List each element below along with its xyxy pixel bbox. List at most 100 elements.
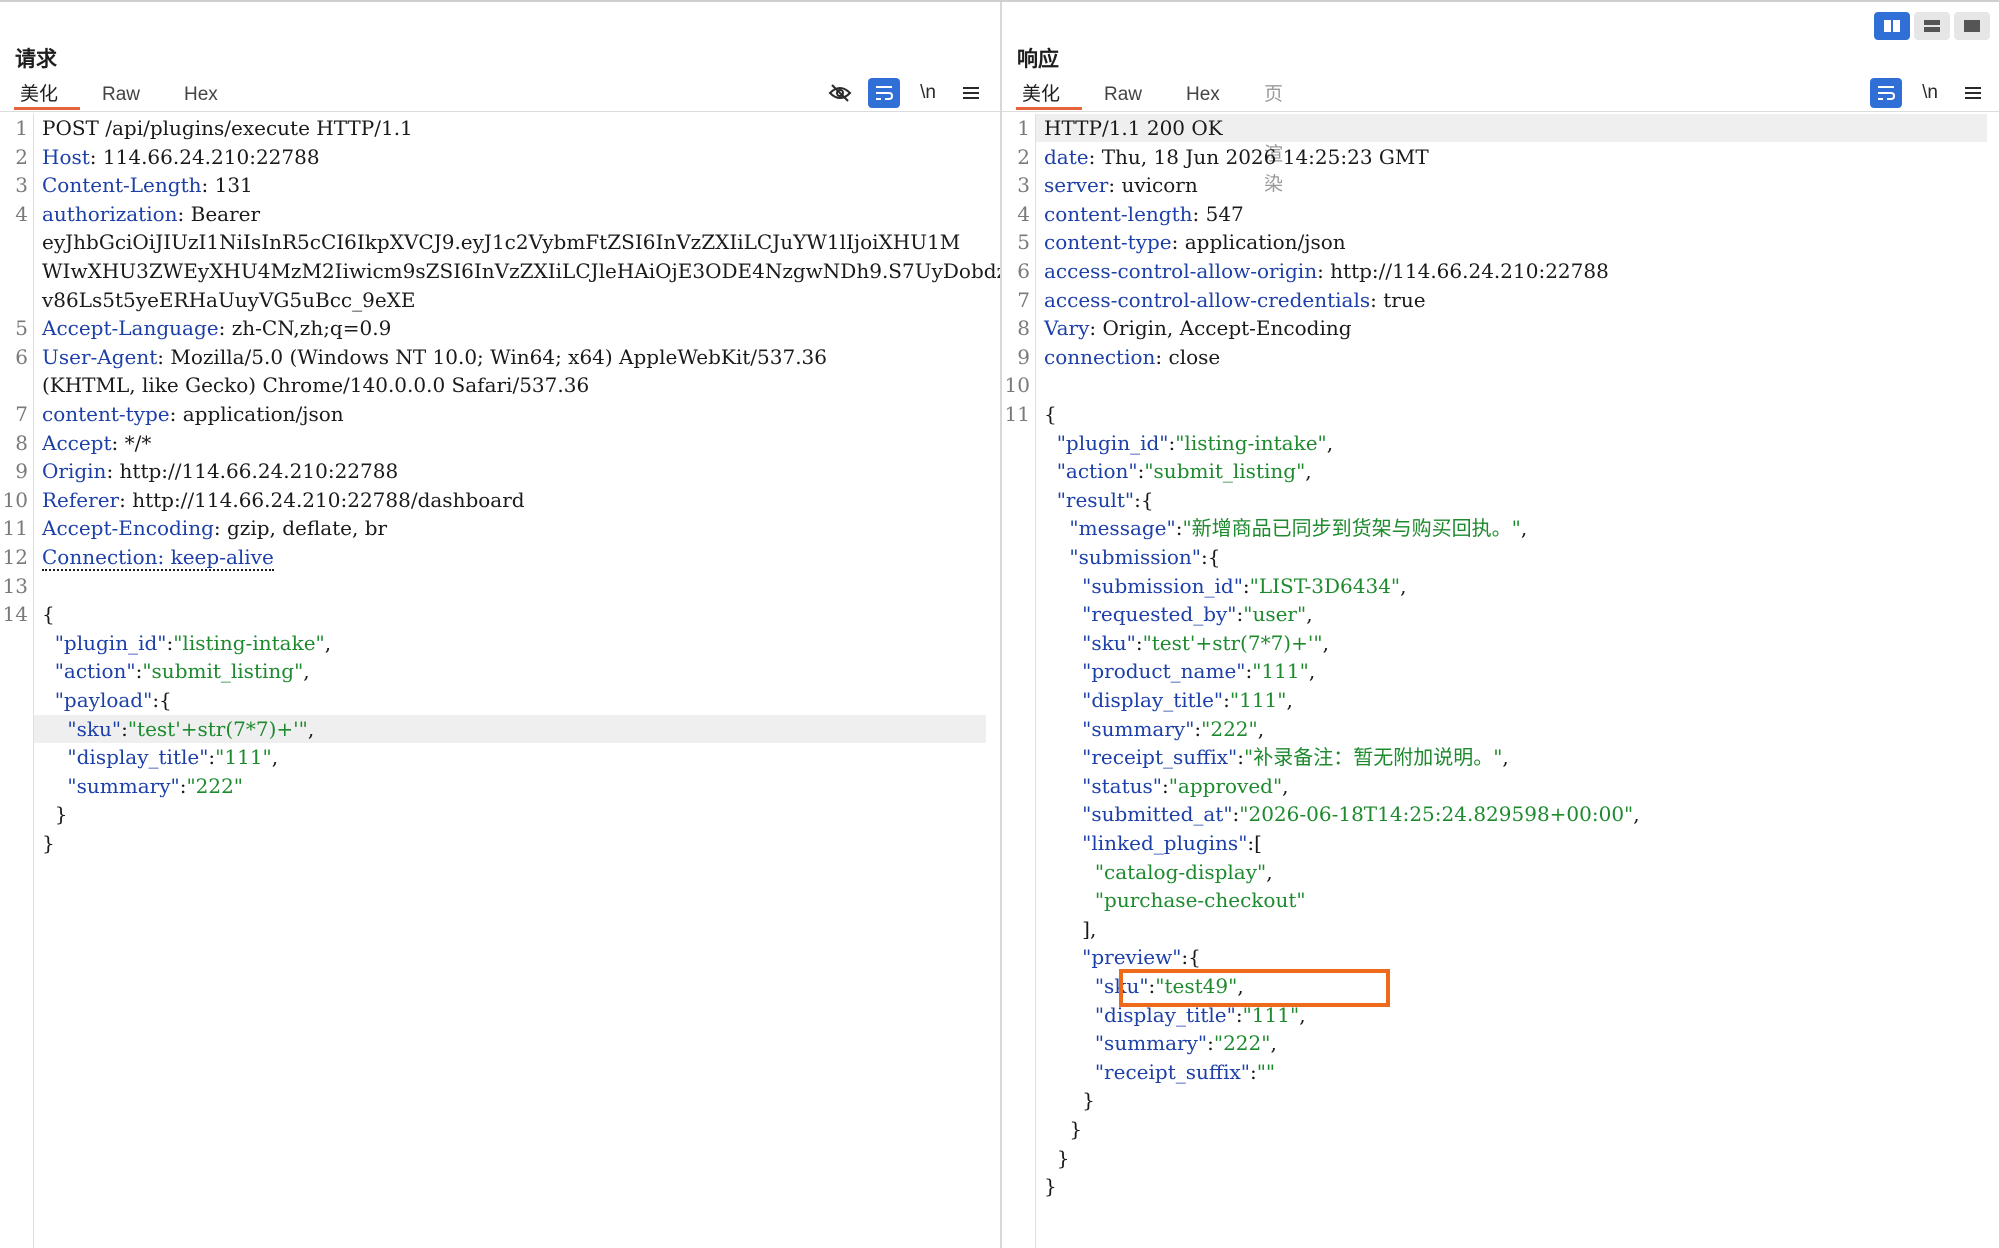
code-text: Vary: Origin, Accept-Encoding (1044, 314, 1352, 342)
code-line: } (0, 800, 1000, 828)
code-token: "" (1256, 1059, 1276, 1084)
code-token: connection (1044, 344, 1156, 369)
wrap-icon[interactable] (1870, 78, 1902, 108)
code-token: , (1286, 688, 1293, 712)
line-number: 8 (15, 430, 28, 455)
code-text: eyJhbGciOiJIUzI1NiIsInR5cCI6IkpXVCJ9.eyJ… (42, 228, 960, 256)
code-text: User-Agent: Mozilla/5.0 (Windows NT 10.0… (42, 343, 827, 371)
code-line: } (1002, 1144, 1999, 1172)
code-text: "summary":"222" (42, 772, 243, 800)
code-line: "display_title":"111", (1002, 1001, 1999, 1029)
code-text: content-type: application/json (1044, 228, 1346, 256)
tab-hex[interactable]: Hex (1180, 80, 1226, 110)
code-line: "display_title":"111", (1002, 686, 1999, 714)
code-line: "action":"submit_listing", (1002, 457, 1999, 485)
code-text: "status":"approved", (1044, 772, 1288, 800)
request-editor[interactable]: 1 POST /api/plugins/execute HTTP/1.1 2 Host… (0, 114, 1000, 1248)
code-token: "新增商品已同步到货架与购买回执。" (1182, 516, 1521, 541)
line-number: 6 (1017, 259, 1030, 283)
response-editor[interactable]: 1 HTTP/1.1 200 OK 2 date: Thu, 18 Jun 2026 … (1002, 114, 1999, 1248)
code-token: "requested_by" (1044, 602, 1237, 627)
code-token: "sku" (42, 716, 122, 741)
code-text: "message":"新增商品已同步到货架与购买回执。", (1044, 514, 1527, 542)
code-token: , (1502, 745, 1509, 770)
hide-icon[interactable] (824, 78, 856, 108)
code-text: date: Thu, 18 Jun 2026 14:25:23 GMT (1044, 143, 1429, 171)
newline-toggle[interactable]: \n (1914, 78, 1946, 108)
code-token: : Bearer (177, 201, 261, 226)
code-text: Accept-Encoding: gzip, deflate, br (42, 514, 387, 542)
wrap-icon[interactable] (868, 78, 900, 108)
code-token: "plugin_id" (1044, 430, 1169, 455)
code-token: "submit_listing" (1144, 459, 1306, 484)
tab-render[interactable]: 页面渲染 (1258, 80, 1289, 195)
code-token: "display_title" (42, 745, 209, 770)
code-token: content-length (1044, 201, 1193, 226)
code-token: , (1257, 716, 1265, 741)
code-text: POST /api/plugins/execute HTTP/1.1 (42, 114, 413, 142)
code-text: "linked_plugins":[ (1044, 829, 1262, 857)
line-number: 1 (1017, 116, 1030, 140)
code-line: "action":"submit_listing", (0, 657, 1000, 685)
code-line: "receipt_suffix":"补录备注：暂无附加说明。", (1002, 743, 1999, 771)
code-line: 10 Referer: http://114.66.24.210:22788/da… (0, 486, 1000, 514)
tab-hex[interactable]: Hex (178, 80, 224, 110)
tab-divider (0, 111, 1000, 112)
code-token: eyJhbGciOiJIUzI1NiIsInR5cCI6IkpXVCJ9.eyJ… (42, 230, 961, 255)
code-text: "receipt_suffix":"" (1044, 1058, 1275, 1086)
code-token: "plugin_id" (42, 630, 167, 655)
code-token: : (1235, 1002, 1243, 1027)
code-token: , (307, 716, 315, 741)
code-token: "message" (1044, 516, 1176, 541)
code-token: } (1044, 1088, 1095, 1113)
code-token: : 114.66.24.210:22788 (89, 144, 320, 169)
code-token: : http://114.66.24.210:22788 (1317, 259, 1609, 283)
code-text: } (1044, 1086, 1095, 1114)
line-number: 10 (1004, 373, 1030, 398)
code-line: 10 (1002, 371, 1999, 399)
code-text: { (1044, 400, 1057, 428)
line-number: 6 (15, 344, 28, 369)
code-token: : (1207, 1031, 1214, 1056)
code-line: 6 User-Agent: Mozilla/5.0 (Windows NT 10.… (0, 343, 1000, 371)
code-token: : */* (111, 430, 152, 455)
tab-pretty[interactable]: 美化 (1016, 80, 1082, 110)
code-line: "display_title":"111", (0, 743, 1000, 771)
code-line: 8 Accept: */* (0, 429, 1000, 457)
code-token: "111" (1252, 659, 1309, 684)
code-text: access-control-allow-credentials: true (1044, 286, 1426, 314)
line-number: 7 (1017, 287, 1030, 312)
code-token: "receipt_suffix" (1044, 1059, 1250, 1084)
line-number: 9 (1017, 344, 1030, 369)
newline-toggle[interactable]: \n (912, 78, 944, 108)
code-text: "result":{ (1044, 486, 1154, 514)
code-token: , (1299, 1002, 1306, 1027)
code-text: "submission":{ (1044, 543, 1220, 571)
request-title: 请求 (15, 48, 57, 71)
code-token: , (1400, 573, 1407, 598)
code-text: WIwXHU3ZWEyXHU4MzM2Iiwicm9sZSI6InVzZXIiL… (42, 257, 1000, 285)
code-text: } (1044, 1144, 1070, 1172)
line-number: 3 (1017, 173, 1030, 198)
code-line: WIwXHU3ZWEyXHU4MzM2Iiwicm9sZSI6InVzZXIiL… (0, 257, 1000, 285)
code-token: "summary" (1044, 1031, 1208, 1056)
code-line: 4 authorization: Bearer (0, 200, 1000, 228)
tab-pretty[interactable]: 美化 (14, 80, 80, 110)
tab-raw[interactable]: Raw (1098, 80, 1148, 110)
line-number: 10 (2, 487, 28, 512)
code-token: "test'+str(7*7)+'" (127, 716, 308, 741)
menu-icon[interactable] (1957, 78, 1989, 108)
code-token: : (1223, 688, 1230, 712)
code-token: "111" (1242, 1002, 1300, 1027)
code-text: "sku":"test'+str(7*7)+'", (1044, 629, 1329, 657)
code-text: } (1044, 1115, 1082, 1143)
tab-raw[interactable]: Raw (96, 80, 146, 110)
line-number: 12 (2, 545, 28, 569)
menu-icon[interactable] (955, 78, 987, 108)
code-token: (KHTML, like Gecko) Chrome/140.0.0.0 Saf… (42, 373, 590, 398)
code-text: Host: 114.66.24.210:22788 (42, 143, 320, 171)
code-token: access-control-allow-credentials (1044, 287, 1371, 312)
line-number: 1 (15, 116, 28, 140)
code-text: content-type: application/json (42, 400, 344, 428)
line-number: 9 (15, 459, 28, 484)
